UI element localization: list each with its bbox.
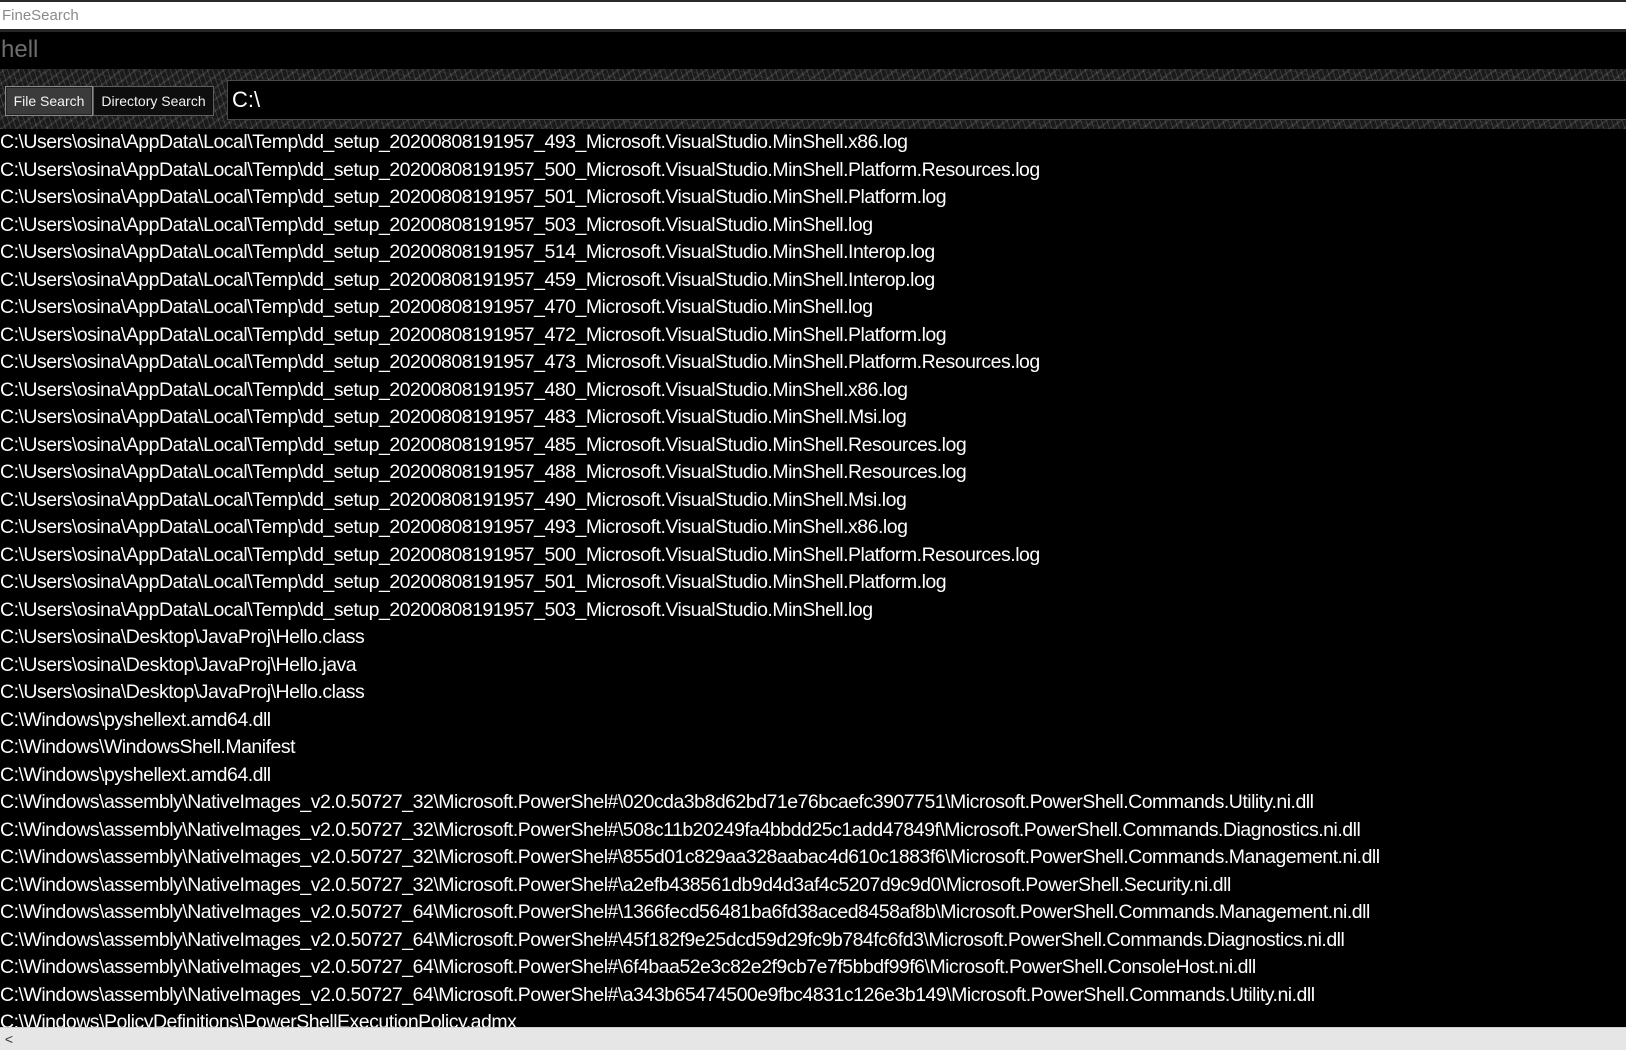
- result-row[interactable]: C:\Windows\assembly\NativeImages_v2.0.50…: [0, 844, 1626, 872]
- result-row[interactable]: C:\Windows\assembly\NativeImages_v2.0.50…: [0, 982, 1626, 1010]
- result-row[interactable]: C:\Users\osina\AppData\Local\Temp\dd_set…: [0, 157, 1626, 185]
- result-row[interactable]: C:\Users\osina\AppData\Local\Temp\dd_set…: [0, 404, 1626, 432]
- result-row[interactable]: C:\Users\osina\AppData\Local\Temp\dd_set…: [0, 322, 1626, 350]
- result-row[interactable]: C:\Windows\assembly\NativeImages_v2.0.50…: [0, 789, 1626, 817]
- result-row[interactable]: C:\Users\osina\AppData\Local\Temp\dd_set…: [0, 459, 1626, 487]
- result-row[interactable]: C:\Windows\pyshellext.amd64.dll: [0, 707, 1626, 735]
- result-row[interactable]: C:\Users\osina\Desktop\JavaProj\Hello.ja…: [0, 652, 1626, 680]
- result-row[interactable]: C:\Windows\assembly\NativeImages_v2.0.50…: [0, 872, 1626, 900]
- file-search-button[interactable]: File Search: [5, 86, 93, 116]
- result-row[interactable]: C:\Windows\WindowsShell.Manifest: [0, 734, 1626, 762]
- query-bar[interactable]: hell: [0, 29, 1626, 69]
- result-row[interactable]: C:\Users\osina\AppData\Local\Temp\dd_set…: [0, 377, 1626, 405]
- result-row[interactable]: C:\Users\osina\Desktop\JavaProj\Hello.cl…: [0, 624, 1626, 652]
- horizontal-scrollbar[interactable]: <: [0, 1027, 1626, 1050]
- result-row[interactable]: C:\Windows\assembly\NativeImages_v2.0.50…: [0, 927, 1626, 955]
- result-row[interactable]: C:\Users\osina\AppData\Local\Temp\dd_set…: [0, 184, 1626, 212]
- result-row[interactable]: C:\Users\osina\AppData\Local\Temp\dd_set…: [0, 569, 1626, 597]
- window-title: FineSearch: [2, 7, 79, 24]
- window-title-bar: FineSearch: [0, 2, 1626, 29]
- result-row[interactable]: C:\Users\osina\AppData\Local\Temp\dd_set…: [0, 542, 1626, 570]
- result-row[interactable]: C:\Users\osina\AppData\Local\Temp\dd_set…: [0, 129, 1626, 157]
- result-row[interactable]: C:\Windows\PolicyDefinitions\PowerShellE…: [0, 1009, 1626, 1027]
- result-row[interactable]: C:\Windows\assembly\NativeImages_v2.0.50…: [0, 954, 1626, 982]
- result-row[interactable]: C:\Users\osina\AppData\Local\Temp\dd_set…: [0, 349, 1626, 377]
- result-row[interactable]: C:\Users\osina\AppData\Local\Temp\dd_set…: [0, 514, 1626, 542]
- result-row[interactable]: C:\Users\osina\AppData\Local\Temp\dd_set…: [0, 487, 1626, 515]
- search-query-text[interactable]: hell: [1, 36, 38, 64]
- result-row[interactable]: C:\Users\osina\AppData\Local\Temp\dd_set…: [0, 212, 1626, 240]
- result-row[interactable]: C:\Users\osina\AppData\Local\Temp\dd_set…: [0, 597, 1626, 625]
- result-row[interactable]: C:\Windows\assembly\NativeImages_v2.0.50…: [0, 899, 1626, 927]
- search-path-input[interactable]: [227, 80, 1626, 120]
- directory-search-button[interactable]: Directory Search: [93, 86, 214, 116]
- result-row[interactable]: C:\Users\osina\AppData\Local\Temp\dd_set…: [0, 267, 1626, 295]
- result-row[interactable]: C:\Users\osina\Desktop\JavaProj\Hello.cl…: [0, 679, 1626, 707]
- results-list[interactable]: C:\Users\osina\AppData\Local\Temp\dd_set…: [0, 129, 1626, 1027]
- control-strip: File Search Directory Search: [0, 69, 1626, 129]
- chevron-left-icon[interactable]: <: [0, 1028, 18, 1050]
- result-row[interactable]: C:\Windows\assembly\NativeImages_v2.0.50…: [0, 817, 1626, 845]
- result-row[interactable]: C:\Users\osina\AppData\Local\Temp\dd_set…: [0, 239, 1626, 267]
- result-row[interactable]: C:\Users\osina\AppData\Local\Temp\dd_set…: [0, 432, 1626, 460]
- result-row[interactable]: C:\Windows\pyshellext.amd64.dll: [0, 762, 1626, 790]
- result-row[interactable]: C:\Users\osina\AppData\Local\Temp\dd_set…: [0, 294, 1626, 322]
